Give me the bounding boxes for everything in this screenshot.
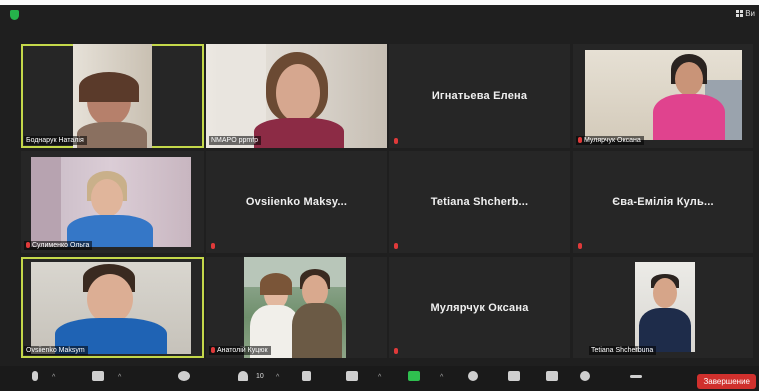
record-icon xyxy=(468,371,478,381)
participant-name-label: Ovsiienko Maksym xyxy=(24,346,88,355)
participant-tile[interactable]: Сулименко Ольга xyxy=(21,151,204,253)
participant-name-label: Анатолій Куцюк xyxy=(209,346,271,355)
end-meeting-button[interactable]: Завершение xyxy=(697,374,756,389)
participant-tile[interactable]: Tetiana Shcherb... xyxy=(389,151,570,253)
muted-mic-icon xyxy=(578,137,582,143)
muted-mic-icon xyxy=(394,348,398,354)
chat-bubble-icon xyxy=(346,371,358,381)
participants-chevron-icon[interactable]: ^ xyxy=(276,374,279,381)
participant-tile[interactable]: Мулярчук Оксана xyxy=(389,257,570,358)
video-button[interactable] xyxy=(86,369,110,389)
shoulders xyxy=(653,94,725,140)
view-button[interactable]: Ви xyxy=(736,9,755,18)
participant-tile[interactable]: NMAPO ppmfp xyxy=(206,44,387,148)
shoulders xyxy=(77,122,147,148)
participant-video xyxy=(244,257,346,358)
participant-name: Игнатьева Елена xyxy=(431,90,528,102)
reactions-button[interactable] xyxy=(574,369,598,389)
participant-tile[interactable]: Tetiana Shcherbuna xyxy=(573,257,753,358)
chat-chevron-icon[interactable]: ^ xyxy=(378,374,381,381)
participant-name-label: Сулименко Ольга xyxy=(24,241,93,250)
bar-chart-icon xyxy=(302,371,311,381)
participants-count: 10 xyxy=(256,373,264,380)
participant-tile[interactable]: Анатолій Куцюк xyxy=(206,257,387,358)
participant-name: Ovsiienko Maksy... xyxy=(245,196,348,208)
apps-icon xyxy=(546,371,558,381)
grid-view-icon xyxy=(736,10,744,18)
participant-name-label: Мулярчук Оксана xyxy=(576,136,644,145)
participant-tile[interactable]: Ovsiienko Maksy... xyxy=(206,151,387,253)
muted-mic-icon xyxy=(211,347,215,353)
participant-tile[interactable]: Боднарук Наталія xyxy=(21,44,204,148)
participant-video xyxy=(31,262,191,354)
participant-video xyxy=(73,44,152,148)
participant-tile[interactable]: Мулярчук Оксана xyxy=(573,44,753,148)
muted-mic-icon xyxy=(211,243,215,249)
participant-video xyxy=(206,44,387,148)
breakout-rooms-button[interactable] xyxy=(502,369,526,389)
participants-icon xyxy=(238,371,248,381)
muted-mic-icon xyxy=(578,243,582,249)
participant-name: Єва-Емілія Куль... xyxy=(612,196,714,208)
reactions-icon xyxy=(580,371,590,381)
share-screen-button[interactable] xyxy=(402,369,426,389)
participant-tile[interactable]: Игнатьева Елена xyxy=(389,44,570,148)
window-edge xyxy=(0,0,759,5)
view-button-label: Ви xyxy=(745,9,755,18)
more-dots-icon xyxy=(630,375,642,378)
face xyxy=(276,64,320,122)
zoom-meeting-window: Ви Боднарук Наталія NMAPO ppmfp Игнатьев… xyxy=(0,0,759,391)
microphone-icon xyxy=(32,371,38,381)
hair xyxy=(79,72,139,102)
audio-button[interactable] xyxy=(24,369,48,389)
muted-mic-icon xyxy=(394,243,398,249)
face xyxy=(91,179,123,217)
security-icon xyxy=(178,371,190,381)
more-button[interactable] xyxy=(624,369,648,389)
muted-mic-icon xyxy=(26,242,30,248)
security-shield-icon[interactable] xyxy=(10,10,19,20)
participant-name-label: NMAPO ppmfp xyxy=(209,136,262,145)
breakout-rooms-icon xyxy=(508,371,520,381)
face xyxy=(653,278,677,308)
participant-video xyxy=(31,157,191,247)
chat-button[interactable] xyxy=(340,369,364,389)
participants-button[interactable] xyxy=(232,369,256,389)
participant-video xyxy=(635,262,695,352)
face xyxy=(87,274,133,324)
participant-tile[interactable]: Єва-Емілія Куль... xyxy=(573,151,753,253)
top-bar: Ви xyxy=(0,0,759,22)
participant-name-label: Боднарук Наталія xyxy=(24,136,87,145)
participant-name-label: Tetiana Shcherbuna xyxy=(589,346,657,355)
video-options-chevron-icon[interactable]: ^ xyxy=(118,374,121,381)
video-camera-icon xyxy=(92,371,104,381)
apps-button[interactable] xyxy=(540,369,564,389)
participant-name: Мулярчук Оксана xyxy=(430,301,529,314)
muted-mic-icon xyxy=(394,138,398,144)
shoulders xyxy=(292,303,342,358)
meeting-toolbar: ^ ^ 10 ^ ^ ^ Завершение xyxy=(0,366,759,391)
record-button[interactable] xyxy=(462,369,486,389)
participant-tile[interactable]: Ovsiienko Maksym xyxy=(21,257,204,358)
share-screen-icon xyxy=(408,371,420,381)
polls-button[interactable] xyxy=(296,369,320,389)
security-button[interactable] xyxy=(172,369,196,389)
share-chevron-icon[interactable]: ^ xyxy=(440,374,443,381)
shoulders xyxy=(254,118,344,148)
participant-video xyxy=(585,50,742,140)
face xyxy=(675,62,703,96)
audio-options-chevron-icon[interactable]: ^ xyxy=(52,374,55,381)
hair xyxy=(260,273,292,295)
participant-name: Tetiana Shcherb... xyxy=(430,196,529,208)
